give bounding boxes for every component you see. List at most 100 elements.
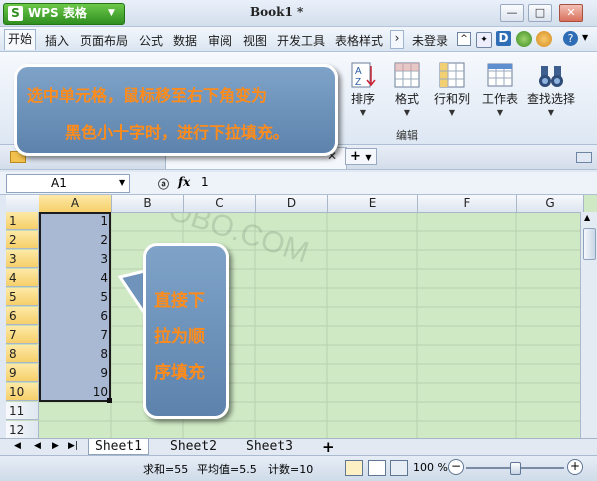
cell-a3[interactable]: 3 xyxy=(40,250,111,268)
scroll-up-icon[interactable]: ▲ xyxy=(584,213,590,222)
callout-line: 序填充 xyxy=(154,363,205,383)
new-tab-button[interactable]: + ▼ xyxy=(345,148,377,165)
minimize-button[interactable]: — xyxy=(500,4,524,22)
tab-home[interactable]: 开始 xyxy=(4,29,37,50)
title-bar: S WPS 表格 ▼ Book1 * — □ ✕ xyxy=(0,0,597,27)
skin-icon[interactable]: ✦ xyxy=(476,32,492,48)
worksheet-icon xyxy=(485,60,515,90)
docer-icon[interactable]: D xyxy=(496,31,511,46)
cell-a2[interactable]: 2 xyxy=(40,231,111,249)
cell-a4[interactable]: 4 xyxy=(40,269,111,287)
column-header-d[interactable]: D xyxy=(256,195,328,213)
tab-review[interactable]: 审阅 xyxy=(208,32,232,49)
tab-view[interactable]: 视图 xyxy=(243,32,267,49)
tab-table-style[interactable]: 表格样式 xyxy=(335,32,383,49)
worksheet-button[interactable]: 工作表 ▼ xyxy=(480,60,520,117)
instruction-callout-top: 选中单元格，鼠标移至右下角变为 黑色小十字时，进行下拉填充。 xyxy=(14,64,338,156)
name-box[interactable]: A1 ▼ xyxy=(6,174,130,193)
zoom-slider-thumb[interactable] xyxy=(510,462,521,475)
formula-input[interactable]: 1 xyxy=(201,175,209,189)
row-header[interactable]: 1 xyxy=(6,212,39,230)
column-header-g[interactable]: G xyxy=(517,195,584,213)
cell-a8[interactable]: 8 xyxy=(40,345,111,363)
cell-a7[interactable]: 7 xyxy=(40,326,111,344)
zoom-formula-icon[interactable]: ⓐ xyxy=(158,176,169,192)
column-header-a[interactable]: A xyxy=(39,195,112,213)
row-header[interactable]: 6 xyxy=(6,307,39,325)
zoom-in-button[interactable]: + xyxy=(567,459,583,475)
chevron-down-icon[interactable]: ▼ xyxy=(582,33,588,42)
app-name: WPS 表格 xyxy=(28,6,87,20)
vertical-scrollbar[interactable]: ▲ xyxy=(580,212,597,438)
page-layout-view-icon[interactable] xyxy=(368,460,386,476)
worksheet-label: 工作表 xyxy=(481,92,518,106)
zoom-level[interactable]: 100 % xyxy=(413,461,448,474)
column-header-f[interactable]: F xyxy=(418,195,517,213)
close-button[interactable]: ✕ xyxy=(559,4,583,22)
row-header[interactable]: 3 xyxy=(6,250,39,268)
chevron-down-icon: ▼ xyxy=(496,108,504,117)
status-bar: 求和=55 平均值=5.5 计数=10 100 % − + xyxy=(0,455,597,481)
last-sheet-icon[interactable]: ▶| xyxy=(68,441,78,451)
column-header-c[interactable]: C xyxy=(184,195,256,213)
wps-app-menu-button[interactable]: S WPS 表格 ▼ xyxy=(3,3,125,25)
row-header[interactable]: 12 xyxy=(6,421,39,438)
column-header-b[interactable]: B xyxy=(112,195,184,213)
row-header[interactable]: 5 xyxy=(6,288,39,306)
column-header-e[interactable]: E xyxy=(328,195,418,213)
next-sheet-icon[interactable]: ▶ xyxy=(52,441,59,451)
sheet-tab-bar: ◀ ◀ ▶ ▶| Sheet1 Sheet2 Sheet3 + xyxy=(0,438,597,456)
find-select-label: 查找选择 xyxy=(526,92,575,106)
help-icon[interactable]: ? xyxy=(563,31,578,46)
chevron-down-icon[interactable]: ▼ xyxy=(119,178,125,187)
format-icon xyxy=(392,60,422,90)
find-select-button[interactable]: 查找选择 ▼ xyxy=(525,60,577,117)
chevron-down-icon: ▼ xyxy=(547,108,555,117)
cell-a6[interactable]: 6 xyxy=(40,307,111,325)
cell-a1[interactable]: 1 xyxy=(40,212,111,230)
cell-a5[interactable]: 5 xyxy=(40,288,111,306)
function-icon[interactable]: fx xyxy=(178,175,190,189)
tab-developer[interactable]: 开发工具 xyxy=(277,32,325,49)
sort-label: 排序 xyxy=(350,92,375,106)
chevron-down-icon: ▼ xyxy=(108,8,115,18)
rows-columns-button[interactable]: 行和列 ▼ xyxy=(432,60,472,117)
restore-button[interactable]: □ xyxy=(528,4,552,22)
format-button[interactable]: 格式 ▼ xyxy=(390,60,424,117)
collapse-ribbon-icon[interactable]: ^ xyxy=(457,32,471,46)
first-sheet-icon[interactable]: ◀ xyxy=(14,441,21,451)
select-all-corner[interactable] xyxy=(6,195,40,213)
sort-button[interactable]: AZ 排序 ▼ xyxy=(346,60,380,117)
spreadsheet-grid[interactable]: OBO.COM A B C D E F G 1 2 3 4 5 6 7 8 9 … xyxy=(6,195,597,438)
sheet-tab-sheet2[interactable]: Sheet2 xyxy=(164,439,223,454)
wps-logo-icon: S xyxy=(8,6,23,21)
cell-reference: A1 xyxy=(51,176,67,190)
row-header[interactable]: 8 xyxy=(6,345,39,363)
tab-formulas[interactable]: 公式 xyxy=(139,32,163,49)
normal-view-icon[interactable] xyxy=(345,460,363,476)
status-average: 平均值=5.5 xyxy=(197,463,257,476)
cell-a10[interactable]: 10 xyxy=(40,383,111,401)
page-break-view-icon[interactable] xyxy=(390,460,408,476)
tab-list-icon[interactable] xyxy=(576,152,592,163)
more-tabs-button[interactable]: › xyxy=(390,30,404,49)
tab-insert[interactable]: 插入 xyxy=(45,32,69,49)
row-header[interactable]: 10 xyxy=(6,383,39,401)
sheet-tab-sheet1[interactable]: Sheet1 xyxy=(88,439,149,455)
row-header[interactable]: 4 xyxy=(6,269,39,287)
scroll-thumb[interactable] xyxy=(583,228,596,260)
login-link[interactable]: 未登录 xyxy=(412,32,448,49)
user-icon[interactable] xyxy=(536,31,552,47)
zoom-out-button[interactable]: − xyxy=(448,459,464,475)
tab-page-layout[interactable]: 页面布局 xyxy=(80,32,128,49)
tab-data[interactable]: 数据 xyxy=(173,32,197,49)
row-header[interactable]: 7 xyxy=(6,326,39,344)
row-header[interactable]: 2 xyxy=(6,231,39,249)
sheet-tab-sheet3[interactable]: Sheet3 xyxy=(240,439,299,454)
row-header[interactable]: 11 xyxy=(6,402,39,420)
add-sheet-button[interactable]: + xyxy=(322,438,335,456)
prev-sheet-icon[interactable]: ◀ xyxy=(34,441,41,451)
row-header[interactable]: 9 xyxy=(6,364,39,382)
community-icon[interactable] xyxy=(516,31,532,47)
cell-a9[interactable]: 9 xyxy=(40,364,111,382)
